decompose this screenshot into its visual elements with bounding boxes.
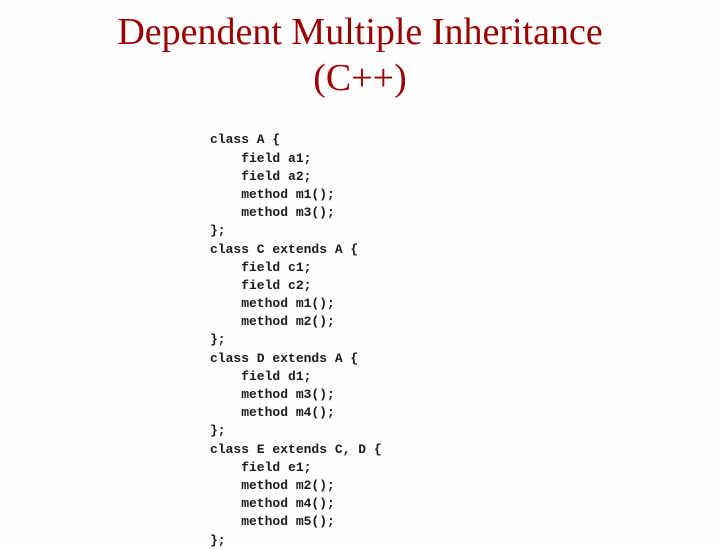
code-line: class D extends A { <box>210 351 358 366</box>
title-line-1: Dependent Multiple Inheritance <box>117 11 602 53</box>
code-line: class A { <box>210 132 280 147</box>
code-line: class E extends C, D { <box>210 442 382 457</box>
code-line: field e1; <box>210 460 311 475</box>
code-line: class C extends A { <box>210 242 358 257</box>
code-block: class A { field a1; field a2; method m1(… <box>210 113 700 550</box>
title-line-2: (C++) <box>313 57 407 99</box>
code-line: method m3(); <box>210 205 335 220</box>
code-line: }; <box>210 332 226 347</box>
code-line: method m3(); <box>210 387 335 402</box>
code-line: }; <box>210 423 226 438</box>
code-line: method m4(); <box>210 405 335 420</box>
code-line: method m2(); <box>210 478 335 493</box>
code-line: }; <box>210 533 226 548</box>
code-line: field c1; <box>210 260 311 275</box>
code-line: method m2(); <box>210 314 335 329</box>
code-line: field c2; <box>210 278 311 293</box>
code-line: method m5(); <box>210 514 335 529</box>
slide-title: Dependent Multiple Inheritance (C++) <box>20 10 700 101</box>
slide-content: Dependent Multiple Inheritance (C++) cla… <box>0 0 720 540</box>
code-line: method m1(); <box>210 187 335 202</box>
code-line: field a2; <box>210 169 311 184</box>
code-line: field d1; <box>210 369 311 384</box>
code-line: field a1; <box>210 151 311 166</box>
code-line: method m4(); <box>210 496 335 511</box>
code-line: method m1(); <box>210 296 335 311</box>
code-line: }; <box>210 223 226 238</box>
